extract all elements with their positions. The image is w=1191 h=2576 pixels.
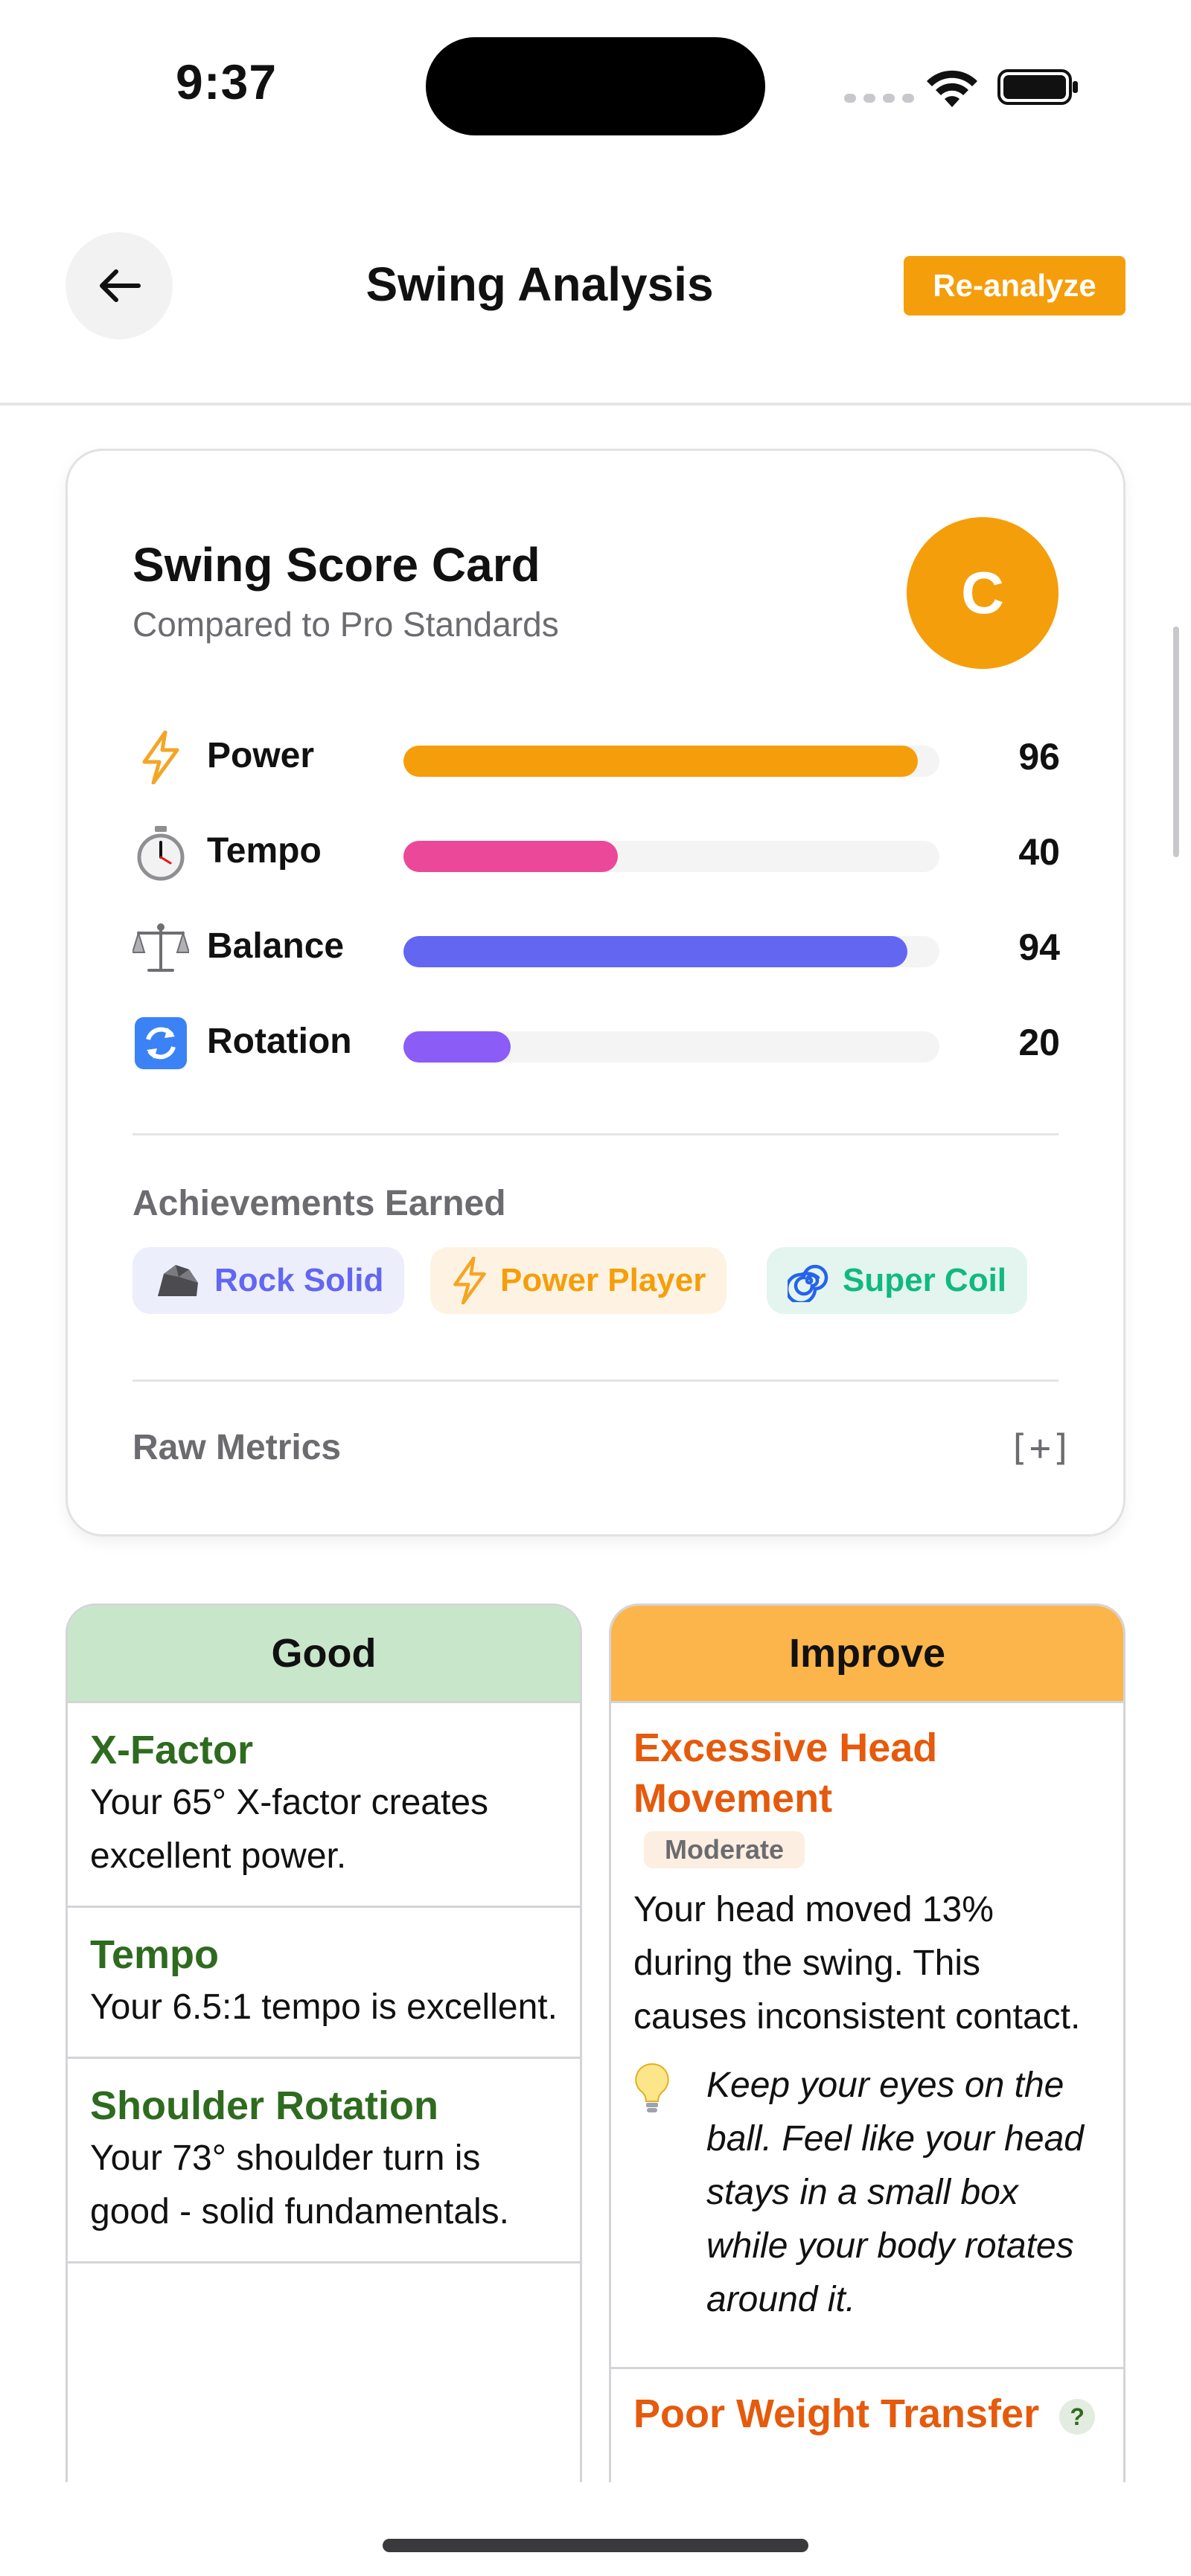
home-indicator[interactable] (383, 2539, 808, 2552)
card-divider (132, 1133, 1059, 1135)
achievement-label: Rock Solid (214, 1262, 384, 1298)
achievement-badge: Super Coil (767, 1247, 1028, 1314)
grade-badge: C (907, 517, 1059, 669)
improve-column: Improve Excessive Head Movement Moderate… (609, 1603, 1125, 2571)
good-item: Shoulder Rotation Your 73° shoulder turn… (68, 2059, 580, 2263)
metric-label: Balance (207, 926, 345, 966)
lightbulb-icon (633, 2059, 706, 2327)
metric-bar-track (403, 936, 939, 967)
metric-value: 94 (1018, 926, 1060, 968)
improve-item-text: Your head moved 13% during the swing. Th… (633, 1890, 1081, 2037)
lightning-icon (132, 728, 189, 787)
metric-bar-track (403, 746, 939, 777)
achievement-badge: Power Player (430, 1247, 727, 1314)
metric-label: Power (207, 736, 315, 775)
metric-bar-fill (403, 841, 618, 872)
metric-bar-fill (403, 746, 919, 777)
improve-tip-text: Keep your eyes on the ball. Feel like yo… (706, 2066, 1084, 2319)
improve-header: Improve (611, 1606, 1123, 1701)
rotate-icon (132, 1013, 189, 1073)
achievements-title: Achievements Earned (132, 1184, 506, 1223)
dynamic-island (426, 37, 765, 135)
good-item-title: Tempo (90, 1932, 219, 1977)
metric-value: 20 (1018, 1022, 1060, 1063)
card-divider (132, 1380, 1059, 1382)
header-divider (0, 403, 1191, 406)
metric-tempo: Tempo 40 (132, 823, 1060, 882)
status-time: 9:37 (176, 54, 278, 109)
improve-item: Poor Weight Transfer ? (611, 2369, 1123, 2461)
scrollbar[interactable] (1173, 627, 1179, 857)
severity-badge: Moderate (644, 1831, 805, 1868)
achievement-badge: Rock Solid (132, 1247, 405, 1314)
improve-item-title: Poor Weight Transfer (633, 2391, 1040, 2436)
metric-bar-fill (403, 1031, 511, 1063)
improve-tip: Keep your eyes on the ball. Feel like yo… (633, 2059, 1101, 2327)
good-item-title: Shoulder Rotation (90, 2083, 438, 2128)
cyclone-icon (788, 1264, 828, 1302)
score-card-subtitle: Compared to Pro Standards (132, 605, 559, 644)
metric-bar-track (403, 841, 939, 872)
improve-item: Excessive Head Movement Moderate Your he… (611, 1703, 1123, 2349)
good-item-title: X-Factor (90, 1728, 254, 1772)
good-column: Good X-Factor Your 65° X-factor creates … (66, 1603, 582, 2571)
scales-icon (132, 918, 189, 978)
metric-power: Power 96 (132, 728, 1060, 787)
metric-label: Tempo (207, 831, 322, 871)
good-header: Good (68, 1606, 580, 1701)
cellular-signal-icon (844, 94, 914, 103)
rock-icon (158, 1265, 198, 1296)
metric-value: 96 (1018, 736, 1060, 778)
reanalyze-button[interactable]: Re-analyze (904, 256, 1125, 315)
metric-bar-track (403, 1031, 939, 1063)
bottom-safe-area (0, 2482, 1191, 2576)
score-card-title: Swing Score Card (132, 538, 540, 592)
raw-metrics-label[interactable]: Raw Metrics (132, 1427, 341, 1468)
battery-icon (997, 69, 1078, 105)
metric-balance: Balance 94 (132, 918, 1060, 978)
good-item: X-Factor Your 65° X-factor creates excel… (68, 1703, 580, 1908)
metric-value: 40 (1018, 831, 1060, 873)
wifi-icon (927, 70, 977, 107)
metric-bar-fill (403, 936, 907, 967)
achievement-label: Power Player (500, 1262, 706, 1298)
stopwatch-icon (132, 823, 189, 882)
good-item-text: Your 73° shoulder turn is good - solid f… (90, 2138, 510, 2231)
good-item-text: Your 6.5:1 tempo is excellent. (90, 1987, 558, 2027)
raw-metrics-expand-toggle[interactable]: [+] (1008, 1427, 1073, 1469)
metric-label: Rotation (207, 1022, 352, 1061)
improve-item-title: Excessive Head Movement (633, 1726, 938, 1821)
good-item: Tempo Your 6.5:1 tempo is excellent. (68, 1908, 580, 2059)
help-icon[interactable]: ? (1059, 2398, 1096, 2435)
lightning-icon (453, 1257, 486, 1304)
good-item-text: Your 65° X-factor creates excellent powe… (90, 1783, 489, 1876)
achievement-label: Super Coil (843, 1262, 1007, 1298)
metric-rotation: Rotation 20 (132, 1013, 1060, 1073)
